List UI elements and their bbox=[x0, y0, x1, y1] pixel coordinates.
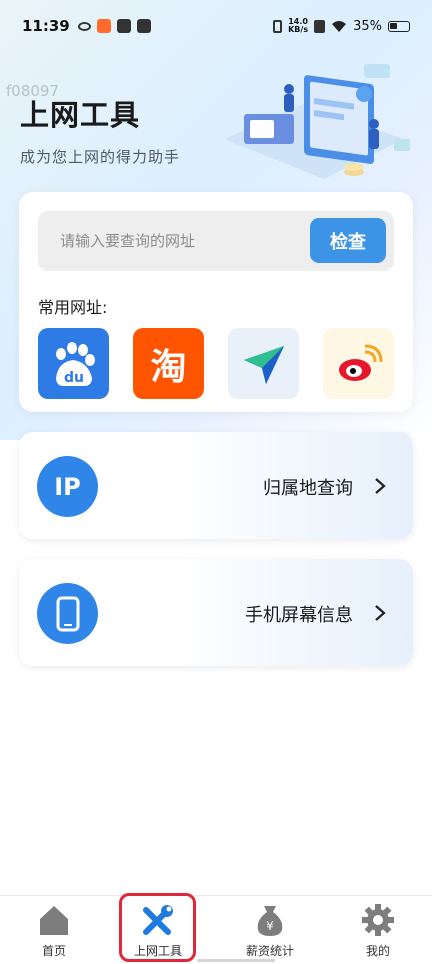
site-baidu[interactable]: du bbox=[38, 328, 109, 399]
net-speed-unit: KB/s bbox=[288, 25, 309, 34]
phone-icon bbox=[37, 583, 98, 644]
tool-card-screen-info[interactable]: 手机屏幕信息 bbox=[19, 559, 413, 666]
site-send[interactable] bbox=[228, 328, 299, 399]
common-sites-label: 常用网址: bbox=[38, 298, 108, 317]
sim-icon bbox=[314, 19, 326, 33]
link-notification-icon bbox=[77, 21, 91, 31]
url-input[interactable] bbox=[60, 227, 300, 255]
app-notification-icon bbox=[96, 19, 111, 33]
phone-glyph bbox=[56, 596, 79, 631]
bottom-tab-bar: 首页 上网工具 ¥ 薪资统计 我的 bbox=[0, 895, 432, 964]
gear-icon bbox=[362, 904, 394, 936]
wifi-icon bbox=[332, 20, 347, 32]
url-check-card: 检查 常用网址: du 淘 bbox=[19, 192, 413, 412]
tab-label-profile: 我的 bbox=[365, 944, 390, 958]
tool-label-screen-info: 手机屏幕信息 bbox=[245, 605, 353, 626]
taobao-icon: 淘 bbox=[150, 346, 187, 388]
ip-icon-text: IP bbox=[54, 472, 81, 501]
paper-plane-icon bbox=[243, 345, 284, 384]
status-right: 14.0 KB/s 35% bbox=[273, 18, 410, 34]
battery-percent: 35% bbox=[353, 18, 382, 34]
battery-icon bbox=[388, 20, 410, 32]
notification-icons bbox=[77, 19, 151, 33]
tool-label-ip-lookup: 归属地查询 bbox=[263, 478, 353, 499]
tab-label-home: 首页 bbox=[41, 944, 66, 958]
tool-card-ip-lookup[interactable]: IP 归属地查询 bbox=[19, 432, 413, 539]
check-button[interactable]: 检查 bbox=[310, 218, 386, 263]
status-time: 11:39 bbox=[22, 17, 70, 35]
mail-notification-icon bbox=[116, 19, 131, 33]
page-title: 上网工具 bbox=[20, 98, 141, 132]
home-indicator bbox=[197, 959, 275, 962]
hero-illustration bbox=[224, 64, 410, 179]
tab-profile[interactable]: 我的 bbox=[324, 896, 432, 964]
ip-icon: IP bbox=[37, 456, 98, 517]
common-sites-grid: du 淘 bbox=[38, 328, 394, 400]
site-taobao[interactable]: 淘 bbox=[133, 328, 204, 399]
weibo-icon bbox=[338, 344, 382, 381]
svg-text:¥: ¥ bbox=[266, 919, 274, 933]
site-weibo[interactable] bbox=[323, 328, 394, 399]
home-icon bbox=[40, 906, 68, 935]
tab-home[interactable]: 首页 bbox=[0, 896, 108, 964]
vibrate-icon bbox=[273, 19, 283, 33]
page-subtitle: 成为您上网的得力助手 bbox=[20, 148, 181, 166]
url-search-box: 检查 bbox=[38, 211, 394, 271]
tab-salary[interactable]: ¥ 薪资统计 bbox=[216, 896, 324, 964]
tab-label-salary: 薪资统计 bbox=[245, 944, 294, 958]
play-notification-icon bbox=[136, 19, 151, 33]
chevron-right-icon bbox=[375, 478, 386, 494]
active-tab-highlight bbox=[119, 893, 196, 962]
baidu-icon: du bbox=[55, 341, 95, 386]
baidu-glyph-text: du bbox=[64, 370, 84, 386]
chevron-right-icon bbox=[375, 605, 386, 621]
net-speed: 14.0 KB/s bbox=[288, 18, 308, 34]
money-bag-icon: ¥ bbox=[257, 906, 283, 936]
